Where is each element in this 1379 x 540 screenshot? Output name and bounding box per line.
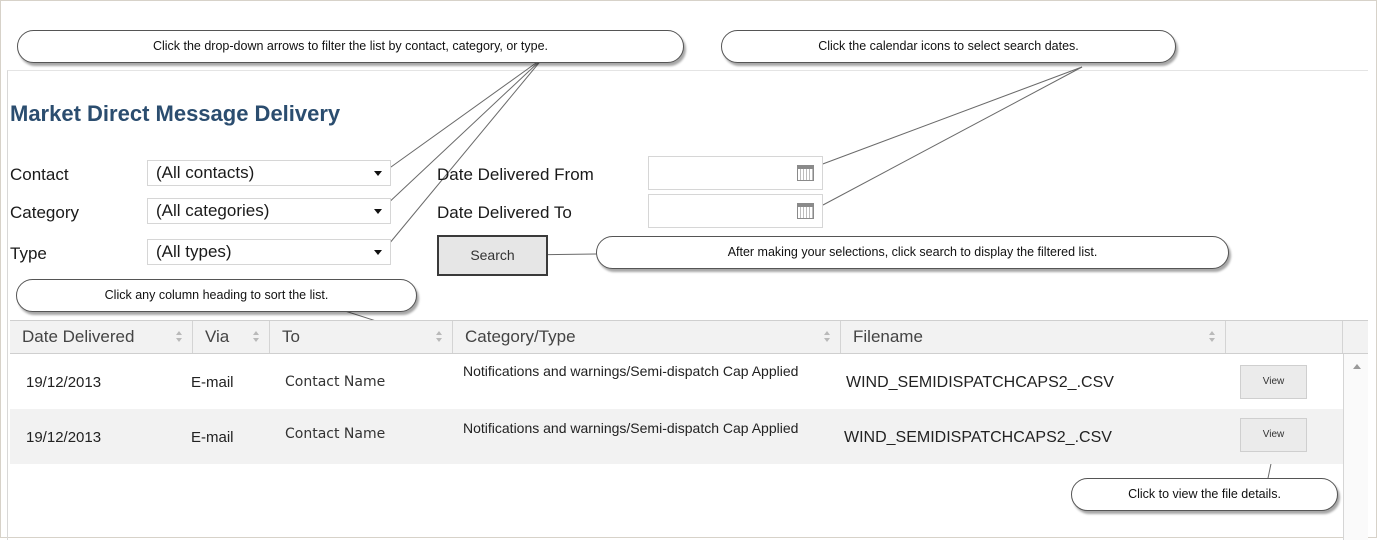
category-label: Category: [10, 203, 79, 222]
type-select[interactable]: (All types): [147, 239, 391, 265]
cell-filename: WIND_SEMIDISPATCHCAPS2_.CSV: [846, 374, 1114, 391]
column-header-label: Via: [205, 327, 230, 346]
column-header-via[interactable]: Via: [193, 321, 270, 353]
search-button[interactable]: Search: [437, 235, 548, 276]
type-select-value: (All types): [156, 242, 232, 261]
cell-to: Contact Name: [285, 374, 386, 390]
callout-calendar: Click the calendar icons to select searc…: [721, 30, 1176, 63]
type-label: Type: [10, 244, 47, 263]
column-header-filename[interactable]: Filename: [841, 321, 1226, 353]
column-header-date-delivered[interactable]: Date Delivered: [10, 321, 193, 353]
category-select-value: (All categories): [156, 201, 270, 220]
column-header-label: Date Delivered: [22, 327, 135, 346]
contact-select[interactable]: (All contacts): [147, 160, 391, 186]
cell-category: Notifications and warnings/Semi-dispatch…: [463, 420, 799, 436]
cell-category: Notifications and warnings/Semi-dispatch…: [463, 363, 799, 379]
sort-icon: [436, 331, 442, 342]
date-to-input[interactable]: [648, 194, 823, 228]
cell-date: 19/12/2013: [26, 429, 102, 446]
column-header-action: [1226, 321, 1343, 353]
callout-search: After making your selections, click sear…: [596, 236, 1229, 269]
date-to-label: Date Delivered To: [437, 203, 572, 222]
dropdown-arrow-icon[interactable]: [374, 250, 382, 255]
contact-select-value: (All contacts): [156, 163, 255, 182]
cell-filename: WIND_SEMIDISPATCHCAPS2_.CSV: [844, 429, 1112, 446]
table-scrollbar[interactable]: [1343, 354, 1368, 540]
cell-date: 19/12/2013: [26, 374, 102, 391]
cell-to: Contact Name: [285, 426, 386, 442]
callout-dropdowns: Click the drop-down arrows to filter the…: [17, 30, 684, 63]
table-header: Date Delivered Via To Category/Type File…: [10, 320, 1368, 354]
sort-icon: [176, 331, 182, 342]
calendar-icon[interactable]: [797, 203, 814, 219]
sort-icon: [1209, 331, 1215, 342]
table-row: 19/12/2013 E-mail Contact Name Notificat…: [10, 354, 1343, 409]
callout-sort: Click any column heading to sort the lis…: [16, 279, 417, 312]
category-select[interactable]: (All categories): [147, 198, 391, 224]
column-header-label: Category/Type: [465, 327, 576, 346]
cell-via: E-mail: [191, 429, 234, 446]
view-button[interactable]: View: [1240, 365, 1307, 399]
contact-label: Contact: [10, 165, 69, 184]
column-header-label: To: [282, 327, 300, 346]
date-from-label: Date Delivered From: [437, 165, 594, 184]
dropdown-arrow-icon[interactable]: [374, 209, 382, 214]
column-header-label: Filename: [853, 327, 923, 346]
date-from-input[interactable]: [648, 156, 823, 190]
dropdown-arrow-icon[interactable]: [374, 171, 382, 176]
view-button[interactable]: View: [1240, 418, 1307, 452]
calendar-icon[interactable]: [797, 165, 814, 181]
sort-icon: [824, 331, 830, 342]
sort-icon: [253, 331, 259, 342]
page-title: Market Direct Message Delivery: [10, 101, 341, 126]
column-header-category-type[interactable]: Category/Type: [453, 321, 841, 353]
callout-view: Click to view the file details.: [1071, 478, 1338, 511]
table-row: 19/12/2013 E-mail Contact Name Notificat…: [10, 409, 1343, 464]
cell-via: E-mail: [191, 374, 234, 391]
column-header-to[interactable]: To: [270, 321, 453, 353]
scroll-up-icon[interactable]: [1353, 364, 1361, 369]
